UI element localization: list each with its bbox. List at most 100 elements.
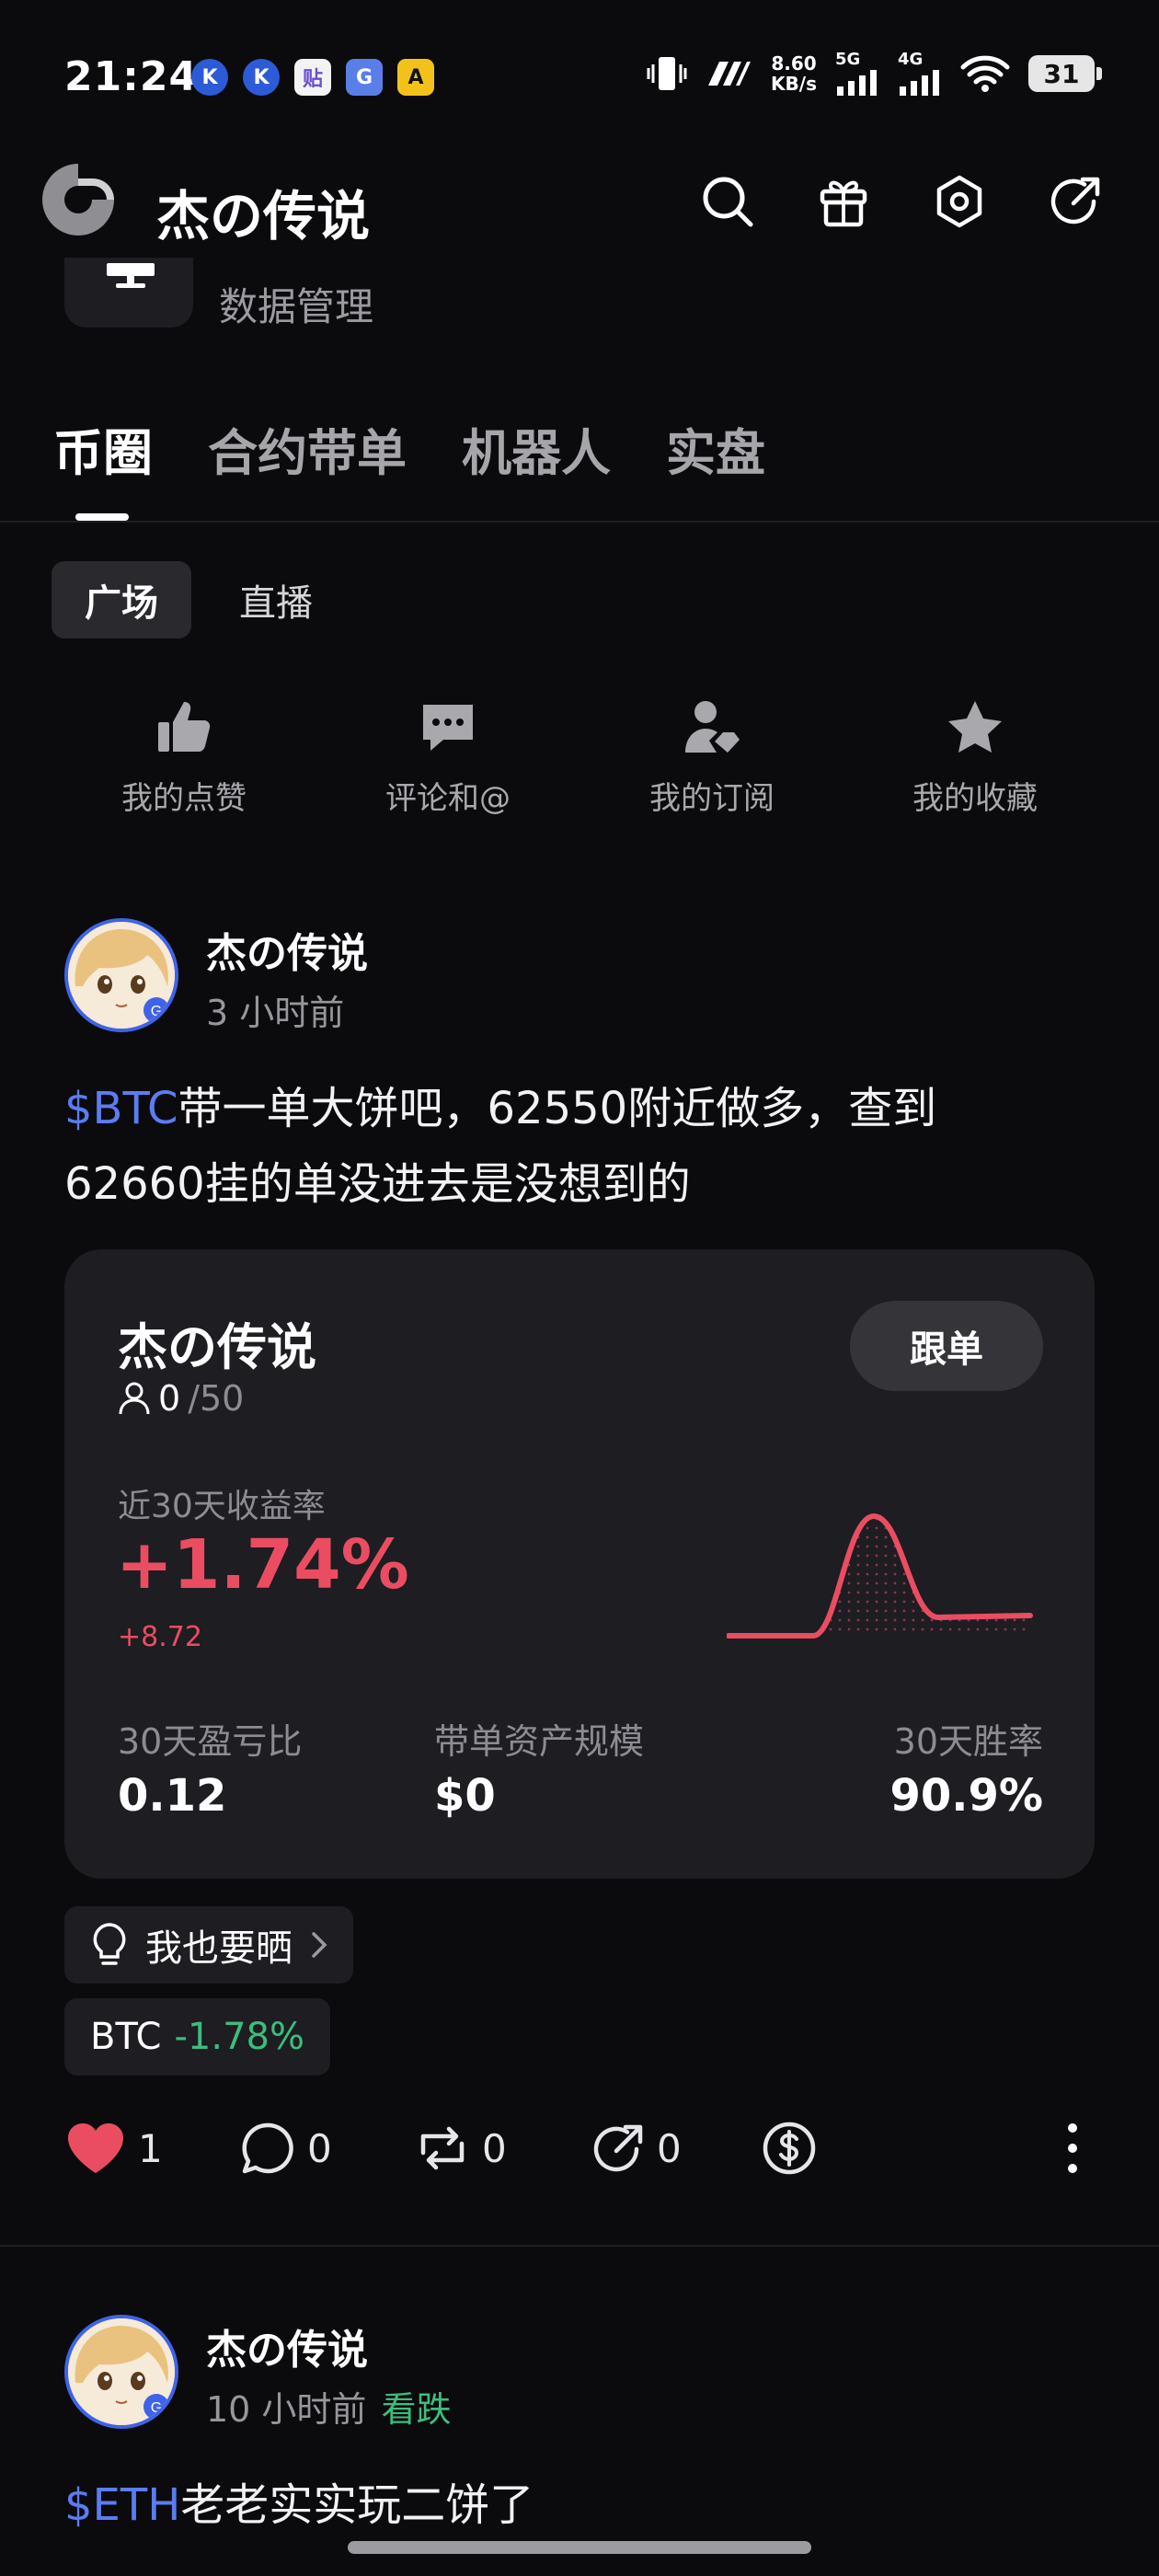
avatar[interactable]: G (64, 918, 178, 1032)
subscription-icon (685, 701, 740, 753)
status-bar: 21:24 K K 贴 G A 8.60 KB/s 5G 4G 31 (0, 0, 1159, 156)
copy-trade-card[interactable]: 杰の传说 0/50 跟单 近30天收益率 +1.74% +8.72 30天盈亏比… (64, 1249, 1095, 1879)
post-text-line: 62660挂的单没进去是没想到的 (64, 1158, 691, 1210)
ticker-link[interactable]: $BTC (64, 1083, 178, 1134)
comment-button[interactable]: 0 (241, 2116, 332, 2180)
notification-icons: K K 贴 G A (191, 59, 434, 96)
roi-sparkline (727, 1512, 1033, 1639)
system-icons: 8.60 KB/s 5G 4G 31 (646, 52, 1102, 96)
star-icon (948, 701, 1002, 753)
repost-icon (420, 2126, 465, 2170)
gift-button[interactable] (811, 169, 876, 234)
search-button[interactable] (695, 169, 760, 234)
active-tab-indicator (75, 513, 129, 521)
settings-icon (936, 175, 982, 228)
my-favorites-button[interactable]: 我的收藏 (874, 697, 1076, 818)
more-vertical-icon (1068, 2123, 1077, 2173)
stat-label: 30天盈亏比 (118, 1721, 303, 1762)
clock: 21:24 (64, 53, 199, 100)
share-post-button[interactable]: 0 (591, 2116, 682, 2180)
chevron-right-icon (312, 1932, 327, 1958)
search-icon (703, 177, 753, 227)
post-author[interactable]: 杰の传说 (206, 920, 368, 979)
post-text[interactable]: $BTC带一单大饼吧，62550附近做多，查到 62660挂的单没进去是没想到的 (64, 1071, 1095, 1222)
coin-symbol: BTC (90, 2016, 162, 2058)
avatar-image: G (68, 922, 175, 1029)
tab-copy-trading[interactable]: 合约带单 (208, 412, 407, 485)
person-icon (119, 1382, 150, 1415)
svg-text:G: G (151, 1004, 162, 1019)
thumbs-up-icon (158, 702, 211, 752)
post-time: 10 小时前 看跌 (206, 2389, 452, 2430)
g-app-notification-icon: G (346, 59, 383, 96)
follow-trade-button[interactable]: 跟单 (850, 1301, 1043, 1391)
a-app-notification-icon: A (397, 59, 434, 96)
post-author[interactable]: 杰の传说 (206, 2317, 368, 2375)
repost-button[interactable]: 0 (416, 2116, 507, 2180)
roi-absolute: +8.72 (118, 1621, 202, 1653)
my-subscriptions-label: 我的订阅 (649, 780, 775, 817)
share-too-button[interactable]: 我也要晒 (64, 1906, 353, 1984)
stat-value: 0.12 (118, 1770, 227, 1822)
comment-count: 0 (307, 2125, 332, 2171)
stat-label: 带单资产规模 (434, 1721, 645, 1762)
my-subscriptions-button[interactable]: 我的订阅 (611, 697, 813, 818)
main-tabs: 币圈 合约带单 机器人 实盘 (53, 412, 765, 485)
sticker-app-notification-icon: 贴 (294, 59, 331, 96)
tab-live-account[interactable]: 实盘 (666, 412, 765, 485)
avatar[interactable]: G (64, 2315, 178, 2429)
heart-icon (68, 2123, 123, 2173)
lightbulb-icon (93, 1923, 126, 1965)
avatar-image: G (68, 2318, 175, 2425)
monitor-icon (107, 263, 155, 288)
post-text[interactable]: $ETH老老实实玩二饼了 (64, 2467, 1095, 2543)
comments-mentions-button[interactable]: 评论和@ (347, 697, 549, 818)
tab-bots[interactable]: 机器人 (462, 412, 611, 485)
repost-count: 0 (482, 2125, 507, 2171)
stat-value: 90.9% (889, 1770, 1043, 1822)
more-options-button[interactable] (1065, 2116, 1080, 2180)
nfc-icon (708, 62, 752, 86)
stat-value: $0 (434, 1770, 496, 1822)
signal-5g-icon: 5G (835, 52, 879, 96)
gesture-home-bar[interactable] (348, 2541, 811, 2554)
tab-crypto[interactable]: 币圈 (53, 412, 153, 485)
subtab-live[interactable]: 直播 (206, 561, 346, 638)
settings-button[interactable] (927, 169, 992, 234)
follower-count: 0/50 (118, 1378, 244, 1419)
trader-name: 杰の传说 (118, 1318, 316, 1376)
app-header: 杰の传说 (0, 147, 1159, 267)
k-app-notification-icon: K (191, 59, 228, 96)
comments-mentions-label: 评论和@ (385, 780, 511, 817)
share-button[interactable] (1043, 169, 1107, 234)
page-title: 杰の传说 (156, 185, 371, 247)
share-icon (1050, 177, 1100, 224)
my-favorites-label: 我的收藏 (912, 780, 1038, 817)
vibrate-icon (647, 57, 687, 90)
signal-4g-icon: 4G (898, 52, 942, 96)
data-management-label[interactable]: 数据管理 (219, 276, 373, 332)
k-app-notification-icon: K (243, 59, 280, 96)
subtab-square[interactable]: 广场 (52, 561, 191, 638)
comment-bubble-icon (242, 2122, 293, 2174)
tip-button[interactable] (762, 2116, 817, 2180)
my-likes-label: 我的点赞 (121, 780, 247, 817)
battery-indicator: 31 (1028, 55, 1102, 92)
post-text-line: 老老实实玩二饼了 (180, 2479, 534, 2531)
sentiment-badge: 看跌 (381, 2389, 452, 2430)
ticker-link[interactable]: $ETH (64, 2479, 180, 2531)
app-logo-icon (42, 164, 114, 236)
like-button[interactable]: 1 (66, 2116, 163, 2180)
my-likes-button[interactable]: 我的点赞 (83, 697, 285, 818)
share-count: 0 (657, 2125, 682, 2171)
share-too-label: 我也要晒 (145, 1927, 293, 1970)
comment-icon (423, 705, 473, 751)
divider (0, 521, 1159, 523)
divider (0, 2245, 1159, 2247)
gift-icon (820, 180, 867, 227)
data-management-icon-tile[interactable] (64, 258, 193, 328)
stat-label: 30天胜率 (893, 1721, 1043, 1762)
coin-change-chip[interactable]: BTC -1.78% (64, 1998, 330, 2076)
roi-value: +1.74% (116, 1525, 409, 1604)
svg-text:G: G (151, 2400, 162, 2416)
